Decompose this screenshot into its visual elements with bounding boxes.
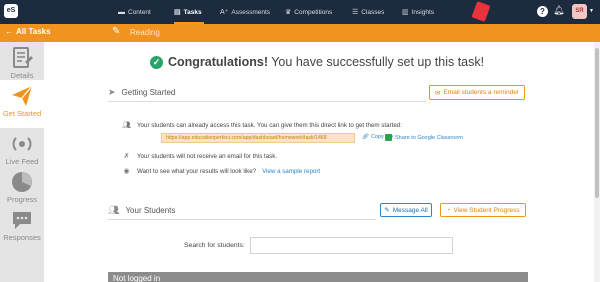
promo-badge[interactable] xyxy=(471,1,491,22)
email-reminder-label: Email students a reminder xyxy=(443,89,519,96)
headline-rest: You have successfully set up this task! xyxy=(268,55,485,69)
sidebar-item-label: Responses xyxy=(3,233,41,242)
link-icon: 🔗︎ xyxy=(362,134,369,140)
all-tasks-link[interactable]: ← All Tasks xyxy=(5,27,51,36)
task-name: Reading xyxy=(130,28,160,37)
check-circle-icon: ✓ xyxy=(150,55,163,69)
view-progress-label: View Student Progress xyxy=(453,206,520,214)
app-logo[interactable]: eS xyxy=(4,4,18,18)
nav-assessments-label: Assessments xyxy=(231,8,271,16)
all-tasks-label: All Tasks xyxy=(16,27,51,36)
task-bar: ← All Tasks ✎ Reading xyxy=(0,24,600,42)
email-reminder-button[interactable]: ✉ Email students a reminder xyxy=(429,85,525,100)
sample-report-row: ◉ Want to see what your results will loo… xyxy=(122,167,320,176)
sidebar-item-label: Progress xyxy=(6,195,37,204)
pie-chart-icon xyxy=(12,172,32,192)
details-icon xyxy=(13,47,33,68)
progress-icon: ◔ xyxy=(446,206,451,214)
folder-icon: ▬ xyxy=(118,8,125,16)
assessment-icon: A⁺ xyxy=(220,9,229,16)
top-nav: eS ▬ Content ▤ Tasks A⁺ Assessments ♛ Co… xyxy=(0,0,600,24)
scrollbar-thumb[interactable] xyxy=(595,48,599,198)
nav-competitions[interactable]: ♛ Competitions xyxy=(285,0,332,24)
sidebar-item-get-started[interactable]: Get Started xyxy=(0,80,44,128)
trophy-icon: ♛ xyxy=(285,9,292,16)
results-text: Want to see what your results will look … xyxy=(137,167,257,175)
nav-classes-label: Classes xyxy=(361,8,385,16)
sidebar: Details Get Started Live Feed Progress R… xyxy=(0,42,44,282)
back-arrow-icon: ← xyxy=(5,27,13,36)
chevron-down-icon[interactable]: ▼ xyxy=(589,8,594,14)
nav-content-label: Content xyxy=(128,8,151,16)
share-google-classroom-button[interactable]: Share to Google Classroom xyxy=(385,134,463,141)
success-headline: ✓ Congratulations! You have successfully… xyxy=(150,55,484,69)
nav-assessments[interactable]: A⁺ Assessments xyxy=(220,0,270,24)
google-classroom-icon xyxy=(385,134,392,141)
share-gc-label: Share to Google Classroom xyxy=(395,134,463,141)
nav-content[interactable]: ▬ Content xyxy=(118,0,151,24)
your-students-heading: 👥︎ Your Students xyxy=(108,205,175,216)
not-logged-in-header[interactable]: Not logged in xyxy=(108,272,528,282)
message-icon: ✎ xyxy=(384,207,390,214)
help-icon[interactable]: ? xyxy=(537,6,548,17)
send-icon: ➤ xyxy=(108,87,116,97)
getting-started-title: Getting Started xyxy=(121,88,176,97)
globe-icon: ◉ xyxy=(123,168,130,175)
no-email-row: ✗ Your students will not receive an emai… xyxy=(122,152,278,161)
students-icon: 👥︎ xyxy=(108,205,120,215)
message-all-label: Message All xyxy=(392,206,428,214)
bell-icon[interactable]: 🔔︎ xyxy=(553,5,564,16)
access-text: Your students can already access this ta… xyxy=(137,121,402,129)
nav-insights[interactable]: ▥ Insights xyxy=(402,0,434,24)
no-email-text: Your students will not receive an email … xyxy=(137,152,278,160)
envelope-icon: ✉ xyxy=(435,89,441,97)
paper-plane-icon xyxy=(12,85,33,106)
access-info-row: 👥︎ Your students can already access this… xyxy=(122,121,402,130)
your-students-title: Your Students xyxy=(125,206,176,215)
edit-task-icon: ✎ xyxy=(112,26,121,37)
nav-tasks[interactable]: ▤ Tasks xyxy=(174,0,202,24)
classes-icon: ☰ xyxy=(352,9,359,16)
headline-text: Congratulations! You have successfully s… xyxy=(168,55,484,69)
sample-report-link[interactable]: View a sample report xyxy=(262,168,320,175)
nav-competitions-label: Competitions xyxy=(294,8,333,16)
divider xyxy=(108,101,426,102)
live-feed-icon xyxy=(12,137,32,151)
nav-insights-label: Insights xyxy=(411,8,435,16)
search-label: Search for students: xyxy=(184,242,245,249)
search-students-input[interactable] xyxy=(250,237,453,254)
no-email-icon: ✗ xyxy=(123,153,130,160)
getting-started-heading: ➤ Getting Started xyxy=(108,87,175,98)
sidebar-item-responses[interactable]: Responses xyxy=(0,204,44,252)
divider xyxy=(108,219,376,220)
nav-classes[interactable]: ☰ Classes xyxy=(352,0,384,24)
nav-tasks-label: Tasks xyxy=(183,8,202,16)
sidebar-item-label: Get Started xyxy=(2,109,42,118)
chart-icon: ▥ xyxy=(402,9,409,16)
sidebar-item-label: Live Feed xyxy=(5,157,39,166)
avatar[interactable]: SR xyxy=(572,4,587,19)
message-all-button[interactable]: ✎ Message All xyxy=(380,203,432,217)
headline-bold: Congratulations! xyxy=(168,55,268,69)
direct-link-field[interactable]: https://app.educationperfect.com/app/das… xyxy=(161,133,355,143)
sidebar-item-label: Details xyxy=(10,71,34,80)
tasks-icon: ▤ xyxy=(174,9,181,16)
chat-bubble-icon xyxy=(13,212,31,229)
students-icon: 👥︎ xyxy=(122,122,131,129)
view-student-progress-button[interactable]: ◔ View Student Progress xyxy=(440,203,526,217)
